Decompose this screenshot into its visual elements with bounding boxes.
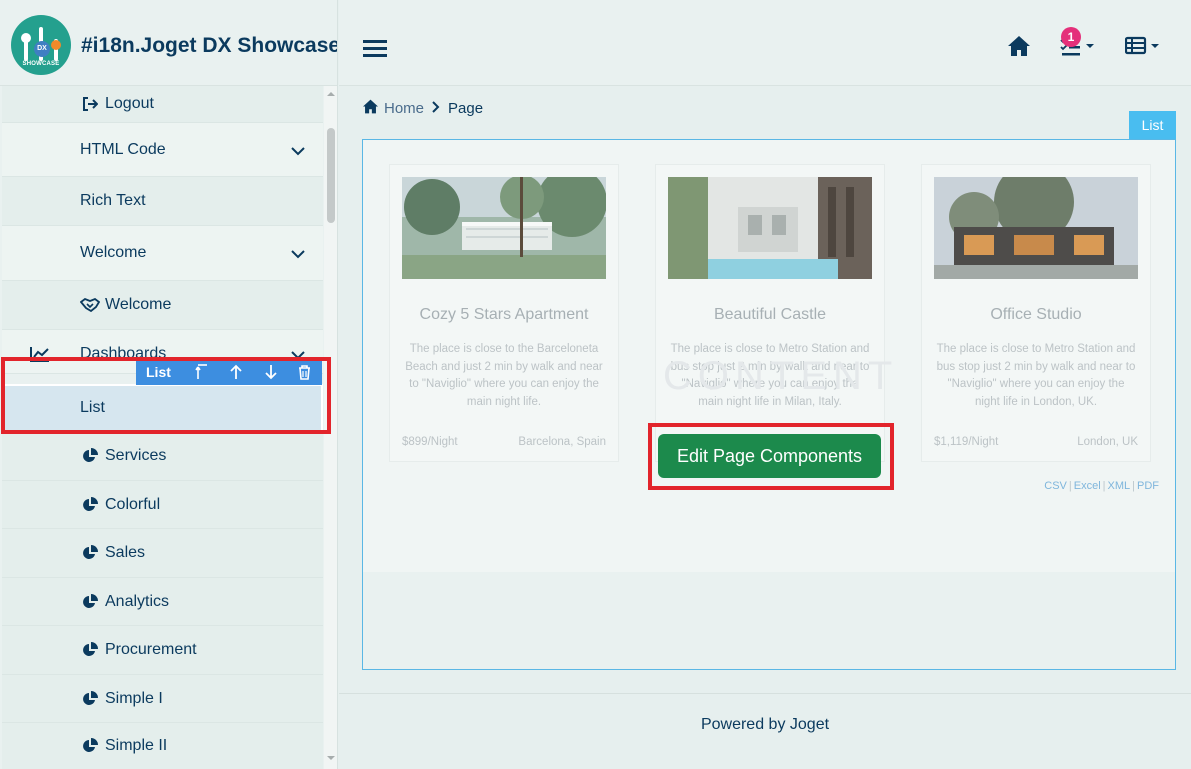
app-logo[interactable]: DX SHOWCASE [11, 15, 71, 75]
breadcrumb-home-link[interactable]: Home [384, 100, 424, 117]
property-price: $899/Night [402, 436, 458, 448]
builder-toolbar: List [136, 359, 322, 385]
sidebar-item-simple-i[interactable]: Simple I [2, 675, 323, 723]
sidebar-item-welcome[interactable]: Welcome [2, 281, 323, 330]
pie-chart-icon [80, 593, 100, 611]
breadcrumb: Home Page [362, 99, 483, 118]
logout-icon [80, 95, 100, 113]
pie-chart-icon [80, 641, 100, 659]
sidebar-item-rich-text[interactable]: Rich Text [2, 177, 323, 226]
property-card[interactable]: Beautiful Castle The place is close to M… [655, 164, 885, 462]
sidebar-item-label: Services [105, 447, 167, 464]
property-description: The place is close to Metro Station and … [936, 343, 1136, 408]
footer-text: Powered by Joget [700, 716, 830, 733]
pie-chart-icon [80, 496, 100, 514]
sidebar-item-html-code[interactable]: HTML Code [2, 123, 323, 177]
arrow-up-icon[interactable] [219, 359, 253, 385]
sidebar-item-label: List [80, 399, 105, 416]
scroll-thumb[interactable] [327, 128, 335, 223]
sidebar-item-services[interactable]: Services [2, 432, 323, 481]
line-chart-icon [30, 346, 50, 367]
property-title: Cozy 5 Stars Apartment [419, 306, 589, 323]
property-card[interactable]: Cozy 5 Stars Apartment The place is clos… [389, 164, 619, 462]
top-header: 1 [339, 0, 1191, 86]
sidebar-item-label: Simple I [105, 689, 163, 707]
property-title: Office Studio [990, 306, 1082, 323]
sidebar-item-logout[interactable]: Logout [2, 86, 323, 123]
move-to-top-icon[interactable] [185, 359, 219, 385]
sidebar-item-colorful[interactable]: Colorful [2, 481, 323, 529]
property-price: $1,119/Night [934, 436, 999, 448]
property-image [402, 177, 606, 279]
property-description: The place is close to the Barceloneta Be… [405, 343, 603, 408]
sidebar-scrollbar[interactable] [324, 86, 337, 769]
sidebar-item-label: Logout [105, 95, 154, 112]
sidebar-item-label: Simple II [105, 737, 168, 754]
sidebar-item-welcome-group[interactable]: Welcome [2, 226, 323, 281]
chevron-right-icon [432, 100, 440, 117]
sidebar-item-label: Welcome [105, 296, 172, 313]
export-pdf-link[interactable]: PDF [1137, 480, 1159, 492]
export-xml-link[interactable]: XML [1108, 480, 1131, 492]
chevron-down-icon[interactable] [291, 144, 305, 162]
trash-icon[interactable] [288, 359, 322, 385]
export-csv-link[interactable]: CSV [1044, 480, 1067, 492]
property-image [668, 177, 872, 279]
export-links: CSV | Excel | XML | PDF [1044, 480, 1159, 492]
chevron-down-icon[interactable] [291, 247, 305, 265]
scroll-up-icon[interactable] [327, 90, 335, 98]
pie-chart-icon [80, 737, 100, 755]
sidebar-menu: Logout HTML Code Rich Text Welcome Welco… [2, 86, 323, 769]
pie-chart-icon [80, 544, 100, 562]
sidebar-item-label: Sales [105, 544, 146, 561]
home-icon[interactable] [1007, 33, 1031, 59]
logo-caption: SHOWCASE [22, 61, 60, 67]
brand-header: DX SHOWCASE #i18n.Joget DX Showcase [0, 0, 337, 86]
sidebar-item-label: Rich Text [80, 192, 146, 209]
breadcrumb-current: Page [448, 100, 484, 117]
sidebar: DX SHOWCASE #i18n.Joget DX Showcase Logo… [0, 0, 338, 769]
edit-page-components-button[interactable]: Edit Page Components [658, 434, 881, 478]
sidebar-item-procurement[interactable]: Procurement [2, 626, 323, 675]
sidebar-item-simple-ii[interactable]: Simple II [2, 723, 323, 769]
property-card[interactable]: Office Studio The place is close to Metr… [921, 164, 1151, 462]
scroll-down-icon[interactable] [327, 754, 335, 762]
sidebar-item-label: Procurement [105, 641, 197, 658]
sidebar-item-label: Analytics [105, 592, 170, 610]
notification-badge: 1 [1061, 27, 1081, 47]
content-watermark: CONTENT [663, 354, 899, 398]
property-title: Beautiful Castle [713, 306, 827, 323]
footer-divider [339, 693, 1191, 694]
table-icon[interactable] [1125, 33, 1161, 59]
export-excel-link[interactable]: Excel [1074, 480, 1101, 492]
list-element-container[interactable]: Cozy 5 Stars Apartment The place is clos… [362, 139, 1176, 670]
element-tag-list[interactable]: List [1129, 111, 1176, 140]
sidebar-item-analytics[interactable]: Analytics [2, 578, 323, 626]
home-icon[interactable] [362, 99, 379, 118]
menu-icon[interactable] [363, 40, 387, 58]
arrow-down-icon[interactable] [254, 359, 288, 385]
sidebar-item-list[interactable]: List [2, 384, 323, 432]
pie-chart-icon [80, 690, 100, 708]
logo-badge: DX [34, 41, 50, 57]
sidebar-item-label: Colorful [105, 495, 161, 513]
handshake-icon [80, 296, 100, 314]
property-location: London, UK [1077, 436, 1138, 448]
property-image [934, 177, 1138, 279]
sidebar-item-label: Welcome [80, 244, 147, 261]
sidebar-item-label: HTML Code [80, 140, 166, 158]
app-title[interactable]: #i18n.Joget DX Showcase [81, 34, 337, 58]
property-location: Barcelona, Spain [518, 436, 606, 448]
builder-toolbar-label: List [146, 364, 171, 380]
sidebar-item-sales[interactable]: Sales [2, 529, 323, 578]
card-list: Cozy 5 Stars Apartment The place is clos… [363, 140, 1175, 572]
pie-chart-icon [80, 447, 100, 465]
